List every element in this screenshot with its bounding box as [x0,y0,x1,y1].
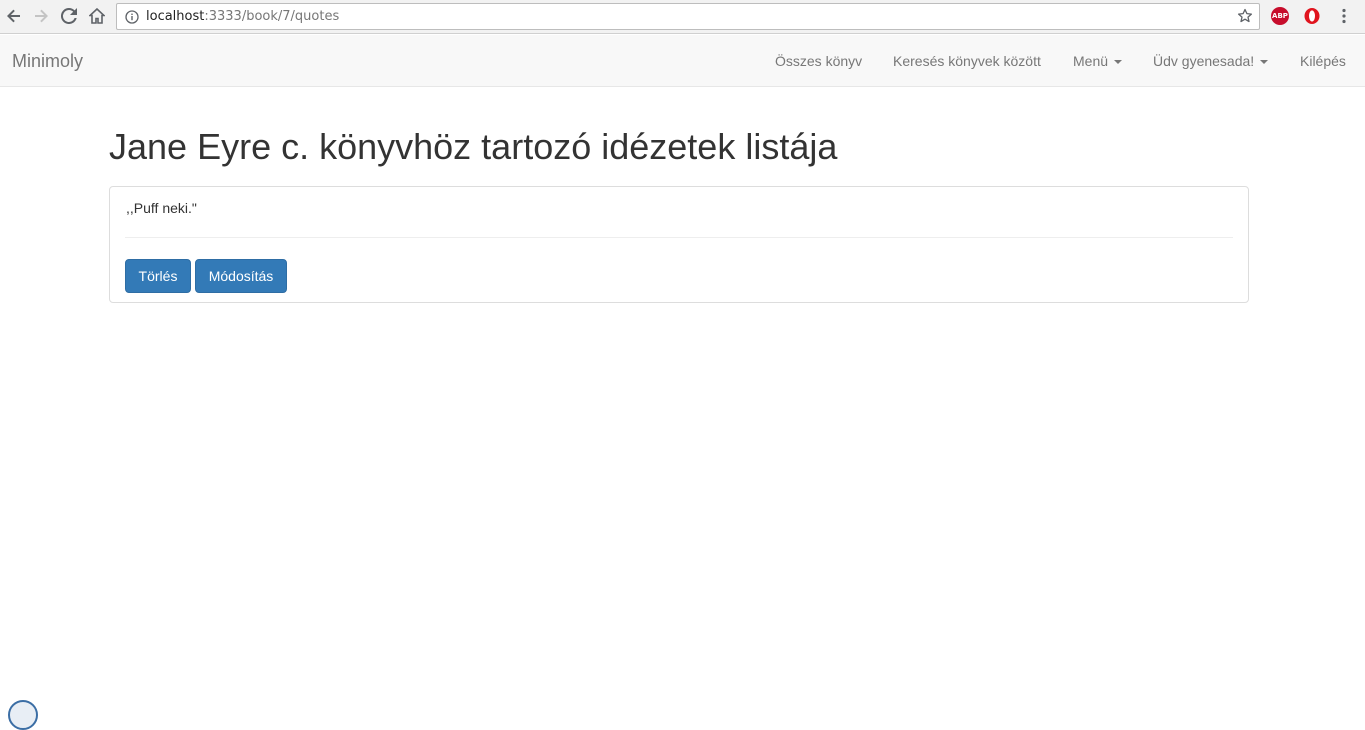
nav-all-books[interactable]: Összes könyv [775,53,862,69]
url-host: localhost [146,9,205,24]
nav-all-books-label: Összes könyv [775,53,863,69]
url-path: :3333/book/7/quotes [204,9,340,24]
nav-menu-label: Menü [1073,53,1109,69]
nav-search-books[interactable]: Keresés könyvek között [893,53,1041,69]
nav-logout[interactable]: Kilépés [1300,53,1346,69]
reload-icon[interactable] [58,5,80,27]
quote-text: ,,Puff neki." [126,200,197,216]
delete-button[interactable]: Törlés [125,259,191,293]
nav-user-dropdown[interactable]: Üdv gyenesada! [1153,53,1269,69]
address-bar[interactable]: localhost:3333/book/7/quotes [116,3,1260,30]
bookmark-star-icon[interactable] [1237,8,1253,24]
divider [125,237,1233,238]
nav-menu-dropdown[interactable]: Menü [1073,53,1123,69]
caret-down-icon [1114,60,1123,65]
forward-icon[interactable] [30,5,52,27]
back-icon[interactable] [3,5,25,27]
page-title: Jane Eyre c. könyvhöz tartozó idézetek l… [109,126,838,167]
brand-link[interactable]: Minimoly [12,51,83,72]
nav-search-books-label: Keresés könyvek között [893,53,1041,69]
nav-user-label: Üdv gyenesada! [1153,53,1255,69]
home-icon[interactable] [86,5,108,27]
opera-icon[interactable] [1303,7,1321,25]
browser-toolbar: localhost:3333/book/7/quotes ABP [0,0,1365,34]
adblock-label: ABP [1272,12,1288,20]
nav-logout-label: Kilépés [1300,53,1346,69]
edit-button[interactable]: Módosítás [195,259,287,293]
site-navbar: Minimoly Összes könyv Keresés könyvek kö… [0,35,1365,87]
floating-widget-icon[interactable] [8,700,38,730]
caret-down-icon [1260,60,1269,65]
adblock-icon[interactable]: ABP [1271,7,1289,25]
quote-panel: ,,Puff neki." Törlés Módosítás [109,186,1249,303]
info-icon[interactable] [125,10,139,24]
browser-menu-icon[interactable] [1335,7,1353,25]
url-text: localhost:3333/book/7/quotes [146,9,339,24]
